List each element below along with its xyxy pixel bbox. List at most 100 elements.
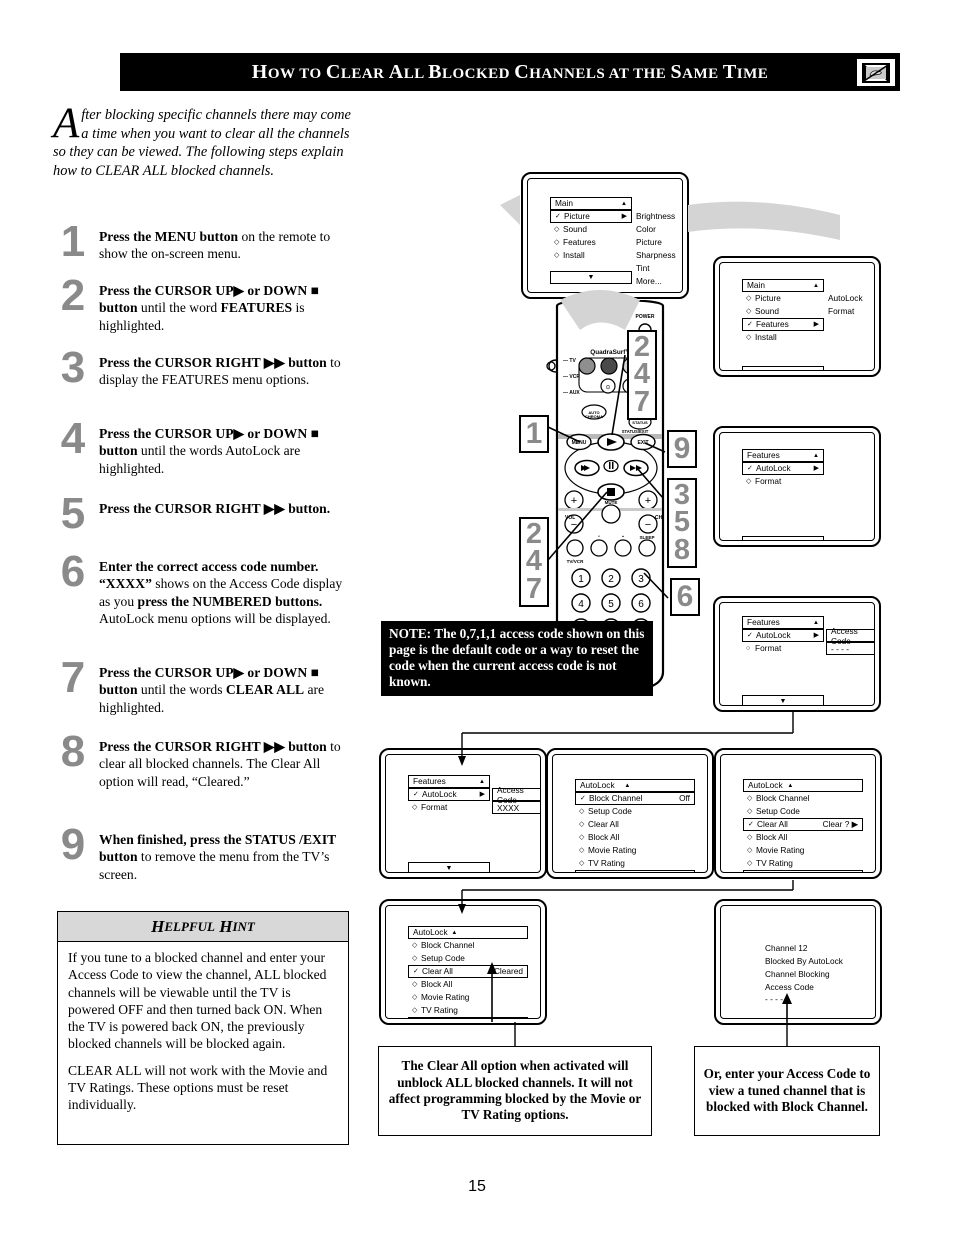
step-4: 4 Press the CURSOR UP▶ or DOWN ■ button … bbox=[53, 417, 353, 477]
screen-main-picture: Main ▲ ✓ Picture ▶ ◇ Sound ◇ Features ◇ … bbox=[521, 172, 689, 299]
screen-blocked-channel-message: Channel 12 Blocked By AutoLock Channel B… bbox=[714, 899, 882, 1025]
svg-text:SLEEP: SLEEP bbox=[639, 535, 654, 540]
svg-text:MENU: MENU bbox=[572, 440, 587, 446]
svg-text:6: 6 bbox=[638, 599, 644, 610]
svg-text:+: + bbox=[571, 495, 577, 507]
osd-row-format[interactable]: ○ Format bbox=[742, 642, 824, 655]
screen-features-autolock: Features ▲ ✓ AutoLock ▶ ◇ Format ▼ bbox=[713, 426, 881, 547]
osd-row-format[interactable]: ◇ Format bbox=[408, 801, 490, 814]
osd-opt-sharpness[interactable]: Sharpness bbox=[636, 249, 676, 262]
osd-row-format[interactable]: ◇ Format bbox=[742, 475, 824, 488]
step-text: Press the CURSOR RIGHT ▶▶ button. bbox=[99, 501, 331, 516]
intro-text: fter blocking specific channels there ma… bbox=[53, 107, 351, 180]
callout-steps-2-4-7-top: 2 4 7 bbox=[627, 330, 657, 420]
osd-row-install[interactable]: ◇ Install bbox=[550, 249, 632, 262]
osd-row-sound[interactable]: ◇ Sound bbox=[742, 305, 824, 318]
step-text: Press the CURSOR UP▶ or DOWN ■ button un… bbox=[99, 283, 319, 333]
osd-row-block-all[interactable]: ◇ Block All bbox=[408, 978, 528, 991]
osd-row-movie-rating[interactable]: ◇ Movie Rating bbox=[408, 991, 528, 1004]
callout-steps-3-5-8: 3 5 8 bbox=[667, 478, 697, 568]
osd-row-picture[interactable]: ◇ Picture bbox=[742, 292, 824, 305]
osd-title: Features ▲ bbox=[742, 616, 824, 629]
msg-blocked-by: Blocked By AutoLock bbox=[765, 955, 843, 966]
osd-opt-format[interactable]: Format bbox=[828, 305, 863, 318]
osd-title: Main ▲ bbox=[550, 197, 632, 210]
osd-footer: ▼ bbox=[550, 271, 632, 284]
osd-title: Features ▲ bbox=[408, 775, 490, 788]
step-number: 7 bbox=[60, 653, 86, 702]
osd-row-autolock[interactable]: ✓ AutoLock ▶ bbox=[742, 462, 824, 475]
osd-row-block-all[interactable]: ◇ Block All bbox=[575, 831, 695, 844]
svg-text:1: 1 bbox=[578, 574, 584, 585]
svg-text:CHROMA: CHROMA bbox=[585, 414, 603, 419]
svg-text:⊙: ⊙ bbox=[605, 385, 610, 391]
osd-row-setup-code[interactable]: ◇ Setup Code bbox=[743, 805, 863, 818]
step-number: 9 bbox=[60, 820, 86, 869]
svg-text:STATUS/EXIT: STATUS/EXIT bbox=[622, 429, 649, 434]
osd-row-install[interactable]: ◇ Install bbox=[742, 331, 824, 344]
msg-channel: Channel 12 bbox=[765, 943, 808, 953]
osd-footer: ▼ bbox=[742, 536, 824, 540]
step-3: 3 Press the CURSOR RIGHT ▶▶ button to di… bbox=[53, 346, 353, 390]
osd-row-block-channel[interactable]: ◇ Block Channel bbox=[743, 792, 863, 805]
osd-title: Features ▲ bbox=[742, 449, 824, 462]
svg-text:•: • bbox=[598, 535, 600, 540]
step-number: 3 bbox=[60, 343, 86, 392]
osd-row-clear-all[interactable]: ✓ Clear All Cleared bbox=[408, 965, 528, 978]
svg-text:STATUS: STATUS bbox=[632, 420, 648, 425]
osd-row-movie-rating[interactable]: ◇ Movie Rating bbox=[743, 844, 863, 857]
svg-text:▪: ▪ bbox=[622, 535, 624, 540]
osd-row-tv-rating[interactable]: ◇ TV Rating bbox=[575, 857, 695, 870]
osd-row-block-channel[interactable]: ◇ Block Channel bbox=[408, 939, 528, 952]
osd-row-setup-code[interactable]: ◇ Setup Code bbox=[575, 805, 695, 818]
step-9: 9 When finished, press the STATUS /EXIT … bbox=[53, 823, 353, 883]
callout-steps-2-4-7-bottom: 2 4 7 bbox=[519, 517, 549, 607]
hint-paragraph-2: CLEAR ALL will not work with the Movie a… bbox=[68, 1062, 328, 1113]
step-8: 8 Press the CURSOR RIGHT ▶▶ button to cl… bbox=[53, 730, 353, 790]
osd-row-picture[interactable]: ✓ Picture ▶ bbox=[550, 210, 632, 223]
osd-row-autolock[interactable]: ✓ AutoLock ▶ bbox=[408, 788, 490, 801]
svg-text:— TV: — TV bbox=[563, 358, 576, 364]
step-text: Press the CURSOR UP▶ or DOWN ■ button un… bbox=[99, 665, 325, 715]
step-number: 6 bbox=[60, 547, 86, 596]
svg-text:4: 4 bbox=[578, 599, 584, 610]
osd-footer: ▼ bbox=[742, 366, 824, 370]
callout-step-9: 9 bbox=[667, 430, 697, 468]
osd-row-sound[interactable]: ◇ Sound bbox=[550, 223, 632, 236]
osd-row-setup-code[interactable]: ◇ Setup Code bbox=[408, 952, 528, 965]
callout-step-1: 1 bbox=[519, 415, 549, 453]
caption-access-code: Or, enter your Access Code to view a tun… bbox=[694, 1046, 880, 1136]
osd-row-block-channel[interactable]: ✓ Block Channel Off bbox=[575, 792, 695, 805]
step-number: 5 bbox=[60, 489, 86, 538]
osd-row-block-all[interactable]: ◇ Block All bbox=[743, 831, 863, 844]
osd-footer: ▼ bbox=[408, 862, 490, 872]
osd-footer: ▼ bbox=[743, 870, 863, 872]
osd-opt-autolock[interactable]: AutoLock bbox=[828, 292, 863, 305]
step-text: Press the MENU button on the remote to s… bbox=[99, 229, 331, 262]
osd-opt-brightness[interactable]: Brightness bbox=[636, 210, 676, 223]
screen-features-code-entered: Features ▲ ✓ AutoLock ▶ ◇ Format ▼ Acces… bbox=[379, 748, 547, 879]
osd-row-tv-rating[interactable]: ◇ TV Rating bbox=[743, 857, 863, 870]
osd-title: AutoLock ▲ bbox=[575, 779, 695, 792]
osd-row-autolock[interactable]: ✓ AutoLock ▶ bbox=[742, 629, 824, 642]
osd-row-features[interactable]: ◇ Features bbox=[550, 236, 632, 249]
svg-text:−: − bbox=[645, 519, 651, 531]
step-text: Enter the correct access code number. “X… bbox=[99, 559, 343, 626]
screen-autolock-clear-prompt: AutoLock ▲ ◇ Block Channel ◇ Setup Code … bbox=[714, 748, 882, 879]
step-5: 5 Press the CURSOR RIGHT ▶▶ button. bbox=[53, 492, 353, 536]
osd-opt-more[interactable]: More... bbox=[636, 275, 676, 288]
osd-footer: ▼ bbox=[575, 870, 695, 872]
osd-opt-picture[interactable]: Picture bbox=[636, 236, 676, 249]
osd-opt-color[interactable]: Color bbox=[636, 223, 676, 236]
osd-row-movie-rating[interactable]: ◇ Movie Rating bbox=[575, 844, 695, 857]
osd-row-features[interactable]: ✓ Features ▶ bbox=[742, 318, 824, 331]
osd-opt-tint[interactable]: Tint bbox=[636, 262, 676, 275]
osd-row-clear-all[interactable]: ✓ Clear All Clear ? ▶ bbox=[743, 818, 863, 831]
note-box: NOTE: The 0,7,1,1 access code shown on t… bbox=[381, 621, 653, 696]
blocked-tv-icon bbox=[855, 57, 897, 88]
svg-text:2: 2 bbox=[608, 574, 614, 585]
osd-row-clear-all[interactable]: ◇ Clear All bbox=[575, 818, 695, 831]
step-text: Press the CURSOR RIGHT ▶▶ button to clea… bbox=[99, 739, 341, 789]
osd-row-tv-rating[interactable]: ◇ TV Rating bbox=[408, 1004, 528, 1017]
msg-access-code-value: - - - - bbox=[765, 994, 783, 1005]
